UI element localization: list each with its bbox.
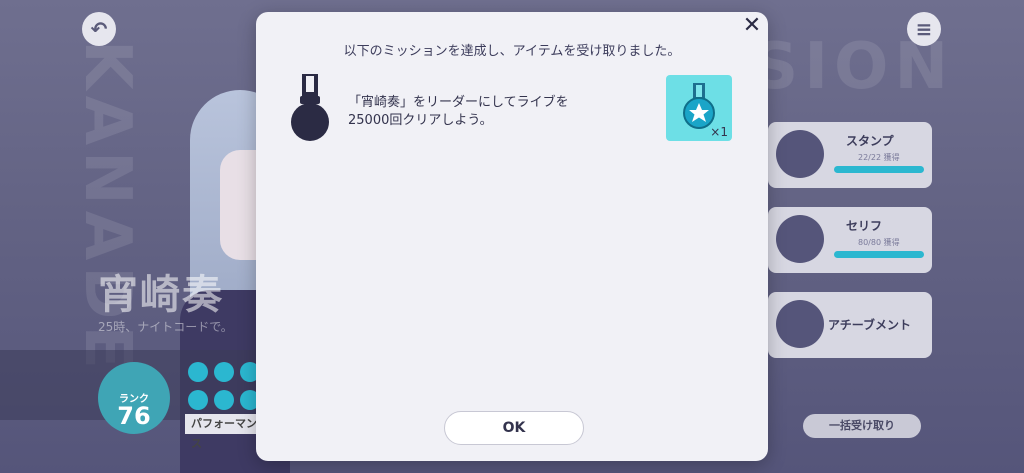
progress-bar <box>834 251 924 258</box>
unit-name: 25時、ナイトコードで。 <box>98 320 233 334</box>
character-name: 宵崎奏 <box>98 272 224 318</box>
performance-tag: パフォーマンス <box>185 414 265 450</box>
star-indicators <box>185 360 265 416</box>
back-button[interactable]: ↶ <box>82 12 116 46</box>
medal-icon <box>291 74 329 141</box>
mission-description: 「宵崎奏」をリーダーにしてライブを25000回クリアしよう。 <box>348 95 569 128</box>
side-card-title: スタンプ <box>846 134 894 148</box>
rank-value: 76 <box>117 402 151 430</box>
mission-complete-dialog: 以下のミッションを達成し、アイテムを受け取りました。 「宵崎奏」をリーダーにして… <box>256 12 768 461</box>
reward-count: ×1 <box>710 125 728 139</box>
speaker-icon <box>776 215 824 263</box>
reward-item: ×1 <box>666 75 732 141</box>
side-card-achievement[interactable]: アチーブメント <box>768 292 932 358</box>
side-card-sub: 80/80 獲得 <box>858 238 900 247</box>
side-card-title: セリフ <box>846 219 883 233</box>
medal-icon <box>776 300 824 348</box>
rank-badge: ランク 76 <box>98 362 170 434</box>
menu-button[interactable]: ≡ <box>907 12 941 46</box>
ok-button[interactable]: OK <box>444 411 584 445</box>
receive-all-button[interactable]: 一括受け取り <box>803 414 921 438</box>
close-button[interactable]: ✕ <box>740 13 764 39</box>
side-card-sub: 22/22 獲得 <box>858 153 900 162</box>
smile-icon <box>776 130 824 178</box>
dialog-heading: 以下のミッションを達成し、アイテムを受け取りました。 <box>343 44 681 59</box>
mission-row: 「宵崎奏」をリーダーにしてライブを25000回クリアしよう。 ×1 <box>286 72 742 154</box>
side-card-title: アチーブメント <box>828 318 912 332</box>
menu-icon: ≡ <box>915 17 933 41</box>
side-card-voice[interactable]: セリフ 80/80 獲得 <box>768 207 932 273</box>
progress-bar <box>834 166 924 173</box>
side-card-stamp[interactable]: スタンプ 22/22 獲得 <box>768 122 932 188</box>
back-arrow-icon: ↶ <box>90 17 108 41</box>
